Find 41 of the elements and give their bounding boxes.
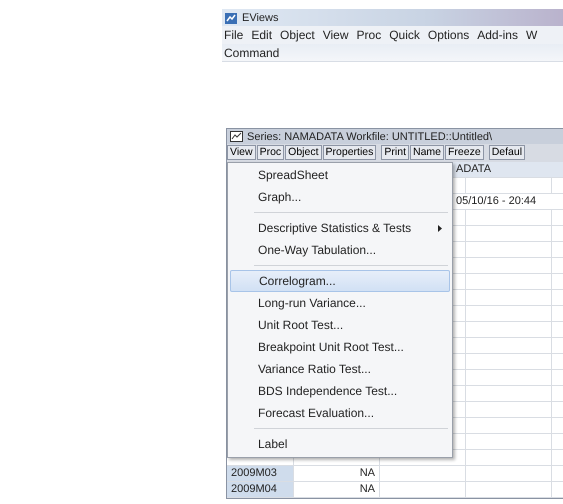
menu-item[interactable]: Proc [356, 28, 382, 42]
menu-item[interactable]: Descriptive Statistics & Tests [230, 217, 450, 239]
menu-item[interactable]: Object [280, 28, 315, 42]
menu-item[interactable]: Graph... [230, 186, 450, 208]
menu-item[interactable]: Label [230, 433, 450, 455]
toolbar-button[interactable]: Defaul [488, 145, 526, 160]
toolbar-button[interactable]: Print [381, 145, 409, 160]
menu-item[interactable]: Variance Ratio Test... [230, 358, 450, 380]
menu-item[interactable]: Add-ins [477, 28, 518, 42]
table-cell: NA [294, 482, 380, 497]
menu-item[interactable]: Long-run Variance... [230, 292, 450, 314]
menu-item[interactable]: Options [428, 28, 470, 42]
series-title: Series: NAMADATA Workfile: UNTITLED::Untitled\ [247, 130, 492, 142]
menu-item[interactable]: Breakpoint Unit Root Test... [230, 336, 450, 358]
toolbar-button[interactable]: Name [410, 145, 444, 160]
toolbar-button[interactable]: Object [285, 145, 322, 160]
menu-item[interactable]: Edit [251, 28, 272, 42]
menu-item[interactable]: W [526, 28, 538, 42]
menu-item[interactable]: Forecast Evaluation... [230, 402, 450, 424]
toolbar-button[interactable]: Proc [256, 145, 284, 160]
last-updated: 05/10/16 - 20:44 [456, 195, 536, 207]
toolbar-button[interactable]: Freeze [445, 145, 484, 160]
menu-item[interactable]: File [224, 28, 244, 42]
row-label: 2009M03 [227, 466, 294, 481]
row-label: 2009M04 [227, 482, 294, 497]
graph-icon [230, 131, 243, 142]
menu-item[interactable]: Correlogram... [230, 270, 450, 292]
menu-item[interactable]: BDS Independence Test... [230, 380, 450, 402]
app-icon [224, 10, 238, 24]
menu-item[interactable]: View [322, 28, 349, 42]
menu-item[interactable]: Quick [389, 28, 420, 42]
toolbar-button[interactable]: View [227, 145, 256, 160]
menu-item[interactable]: SpreadSheet [230, 164, 450, 186]
menu-item[interactable]: Unit Root Test... [230, 314, 450, 336]
column-header: ADATA [456, 163, 492, 175]
window-title: EViews [242, 12, 278, 24]
table-cell: NA [294, 466, 380, 481]
submenu-arrow-icon [438, 225, 442, 232]
toolbar-button[interactable]: Properties [322, 145, 376, 160]
menu-item[interactable]: One-Way Tabulation... [230, 239, 450, 261]
command-tab[interactable]: Command [224, 46, 280, 60]
